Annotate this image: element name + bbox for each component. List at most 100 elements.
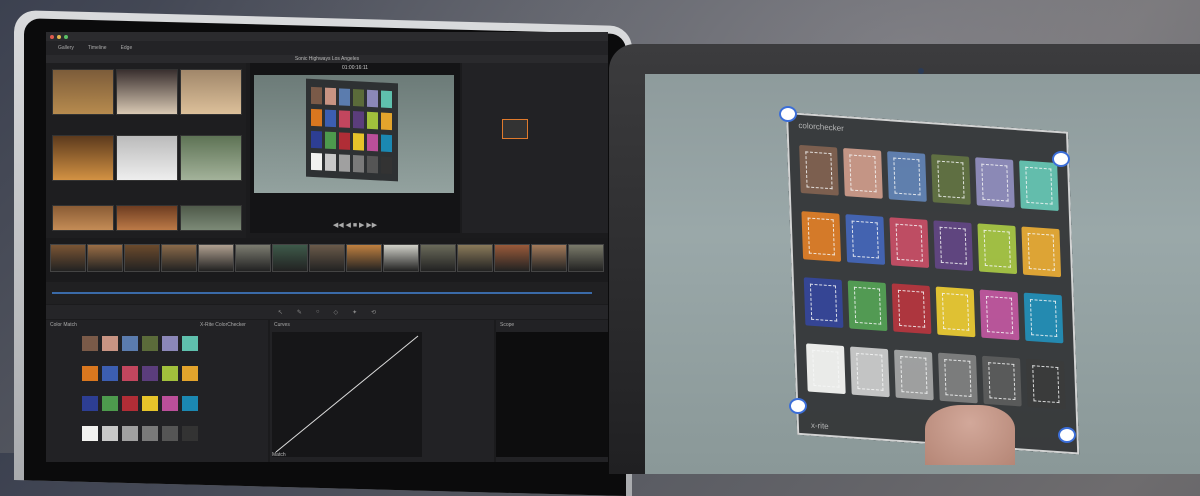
mini-patch [325, 87, 336, 106]
color-patch [1019, 160, 1059, 212]
match-swatch[interactable] [82, 396, 98, 411]
color-patch [847, 280, 888, 332]
color-patch [933, 220, 974, 272]
match-swatch[interactable] [182, 426, 198, 441]
mini-patch [339, 88, 350, 106]
match-swatch[interactable] [102, 426, 118, 441]
color-patch [1023, 292, 1064, 344]
mini-patch [381, 156, 392, 175]
checker-logo: x-rite [810, 420, 829, 431]
curve-graph[interactable] [272, 332, 422, 457]
match-swatch[interactable] [122, 396, 138, 411]
match-swatch[interactable] [122, 336, 138, 351]
match-swatch[interactable] [102, 336, 118, 351]
gallery-thumb[interactable] [116, 135, 178, 181]
color-patch [806, 343, 846, 395]
gallery-thumb[interactable] [180, 205, 242, 231]
tool-icon[interactable]: ✦ [352, 309, 357, 316]
match-swatch[interactable] [102, 396, 118, 411]
timeline-clip[interactable] [235, 244, 271, 272]
gallery-thumb[interactable] [180, 69, 242, 115]
timeline-clip[interactable] [457, 244, 493, 272]
color-patch [975, 157, 1015, 208]
transport-controls[interactable]: ◀◀ ◀ ■ ▶ ▶▶ [250, 221, 460, 229]
match-swatch[interactable] [182, 396, 198, 411]
viewer-timecode: 01:00:16:11 [341, 65, 369, 71]
match-swatch[interactable] [102, 366, 118, 381]
timeline-clip[interactable] [50, 244, 86, 272]
tool-icon[interactable]: ↖ [278, 309, 283, 316]
color-node[interactable] [502, 119, 528, 139]
source-dropdown[interactable]: X-Rite ColorChecker [196, 320, 250, 330]
timeline-track[interactable] [46, 282, 608, 304]
match-swatch[interactable] [182, 336, 198, 351]
timeline-clip[interactable] [161, 244, 197, 272]
match-swatch[interactable] [122, 426, 138, 441]
menu-timeline[interactable]: Timeline [88, 45, 107, 51]
timeline-clip[interactable] [420, 244, 456, 272]
match-swatch[interactable] [142, 336, 158, 351]
color-patch [1021, 226, 1062, 278]
mini-patch [311, 130, 322, 149]
timeline-clip[interactable] [198, 244, 234, 272]
match-swatch[interactable] [122, 366, 138, 381]
scope-display [496, 332, 608, 457]
timeline-clip[interactable] [494, 244, 530, 272]
color-patch [845, 214, 886, 265]
match-swatch[interactable] [162, 366, 178, 381]
match-swatch[interactable] [162, 336, 178, 351]
hand [925, 405, 1015, 465]
color-patch [891, 283, 932, 335]
match-swatch[interactable] [162, 426, 178, 441]
match-swatch[interactable] [142, 426, 158, 441]
color-patch [850, 346, 890, 398]
checker-brand: colorchecker [798, 120, 844, 134]
corner-handle-top-left[interactable] [779, 106, 797, 122]
tool-icon[interactable]: ◇ [334, 309, 339, 316]
resolve-app: Gallery Timeline Edge Sonic Highways Los… [46, 32, 608, 462]
timeline-clip[interactable] [383, 244, 419, 272]
mini-patch [367, 155, 378, 174]
match-swatch[interactable] [82, 366, 98, 381]
gallery-thumb[interactable] [116, 205, 178, 231]
color-toolbar: ↖ ✎ ○ ◇ ✦ ⟲ [46, 305, 608, 319]
color-patch [803, 277, 844, 329]
timeline-clip[interactable] [309, 244, 345, 272]
minimize-dot[interactable] [57, 34, 61, 39]
match-swatch[interactable] [182, 366, 198, 381]
match-swatch[interactable] [162, 396, 178, 411]
gallery-thumb[interactable] [180, 135, 242, 181]
color-patch [977, 223, 1018, 275]
close-dot[interactable] [50, 34, 54, 39]
mini-patch [325, 153, 336, 172]
corner-handle-top-right[interactable] [1052, 151, 1070, 167]
mini-patch [325, 109, 336, 128]
mini-patch [367, 133, 378, 152]
gallery-thumb[interactable] [52, 135, 114, 181]
timeline-clip[interactable] [346, 244, 382, 272]
tool-icon[interactable]: ✎ [297, 309, 302, 316]
tool-icon[interactable]: ○ [316, 309, 320, 315]
mini-patch [381, 134, 392, 153]
gallery-thumb[interactable] [116, 69, 178, 115]
timeline-clip[interactable] [124, 244, 160, 272]
corner-handle-bottom-left[interactable] [789, 398, 807, 414]
mini-patch [381, 112, 392, 131]
gallery-thumb[interactable] [52, 205, 114, 231]
corner-handle-bottom-right[interactable] [1058, 427, 1076, 443]
gallery-panel [46, 63, 246, 238]
timeline-clip[interactable] [87, 244, 123, 272]
match-swatch[interactable] [82, 336, 98, 351]
match-swatch[interactable] [142, 366, 158, 381]
maximize-dot[interactable] [64, 34, 68, 39]
tool-icon[interactable]: ⟲ [371, 309, 376, 316]
menu-edge[interactable]: Edge [121, 45, 133, 51]
menu-gallery[interactable]: Gallery [58, 45, 74, 51]
timeline-clip[interactable] [272, 244, 308, 272]
match-swatch[interactable] [82, 426, 98, 441]
match-swatch[interactable] [142, 396, 158, 411]
timeline-clip[interactable] [531, 244, 567, 272]
right-camera-icon [918, 68, 924, 74]
gallery-thumb[interactable] [52, 69, 114, 115]
timeline-clip[interactable] [568, 244, 604, 272]
